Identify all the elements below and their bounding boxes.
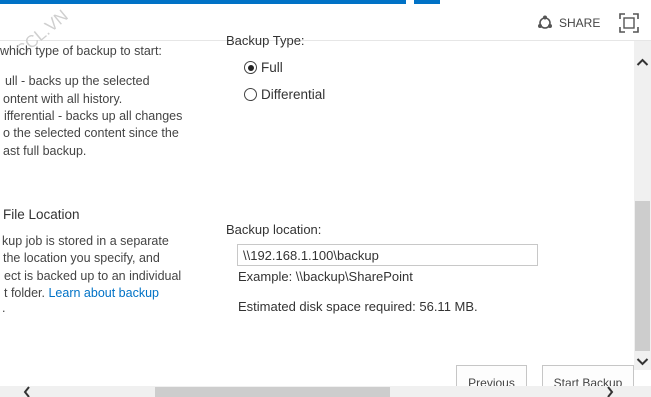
learn-about-backup-link[interactable]: Learn about backup — [48, 286, 159, 300]
description-line: ull - backs up the selected — [5, 74, 150, 88]
focus-on-content-icon[interactable] — [619, 13, 639, 33]
backup-location-example: Example: \\backup\SharePoint — [238, 269, 413, 284]
vertical-scrollbar[interactable] — [634, 41, 651, 370]
description-text: t folder. — [4, 286, 49, 300]
share-button[interactable]: SHARE — [537, 14, 600, 32]
radio-differential[interactable]: Differential — [244, 87, 325, 102]
description-line: kup job is stored in a separate — [2, 234, 169, 248]
description-line-with-link: t folder. Learn about backup — [4, 285, 159, 303]
scroll-down-icon[interactable] — [636, 357, 649, 367]
horizontal-scrollbar[interactable] — [0, 386, 651, 397]
description-line: which type of backup to start: — [0, 44, 162, 58]
description-line: ect is backed up to an individual — [4, 269, 182, 283]
radio-button-checked[interactable] — [244, 61, 257, 74]
description-line: ontent with all history. — [3, 92, 123, 106]
share-label: SHARE — [559, 16, 601, 30]
backup-location-label: Backup location: — [226, 222, 322, 237]
description-trailing: . — [2, 301, 6, 315]
radio-button-unchecked[interactable] — [244, 88, 257, 101]
share-icon — [538, 15, 552, 29]
scroll-right-icon[interactable] — [605, 386, 615, 397]
description-line: the location you specify, and — [3, 251, 160, 265]
backup-location-input[interactable]: \\192.168.1.100\backup — [237, 244, 538, 266]
scroll-up-icon[interactable] — [636, 57, 649, 67]
estimated-disk-space: Estimated disk space required: 56.11 MB. — [238, 299, 478, 314]
description-line: ifferential - backs up all changes — [4, 109, 183, 123]
file-location-title: File Location — [3, 207, 80, 222]
radio-full[interactable]: Full — [244, 60, 283, 75]
vertical-scroll-thumb[interactable] — [635, 201, 650, 351]
suite-bar-divider — [406, 0, 414, 4]
description-line: o the selected content since the — [3, 126, 179, 140]
description-line: ast full backup. — [3, 144, 87, 158]
radio-full-label: Full — [261, 60, 283, 75]
radio-differential-label: Differential — [261, 87, 326, 102]
scroll-left-icon[interactable] — [22, 386, 32, 397]
backup-type-label: Backup Type: — [226, 33, 305, 48]
horizontal-scroll-thumb[interactable] — [155, 387, 390, 397]
